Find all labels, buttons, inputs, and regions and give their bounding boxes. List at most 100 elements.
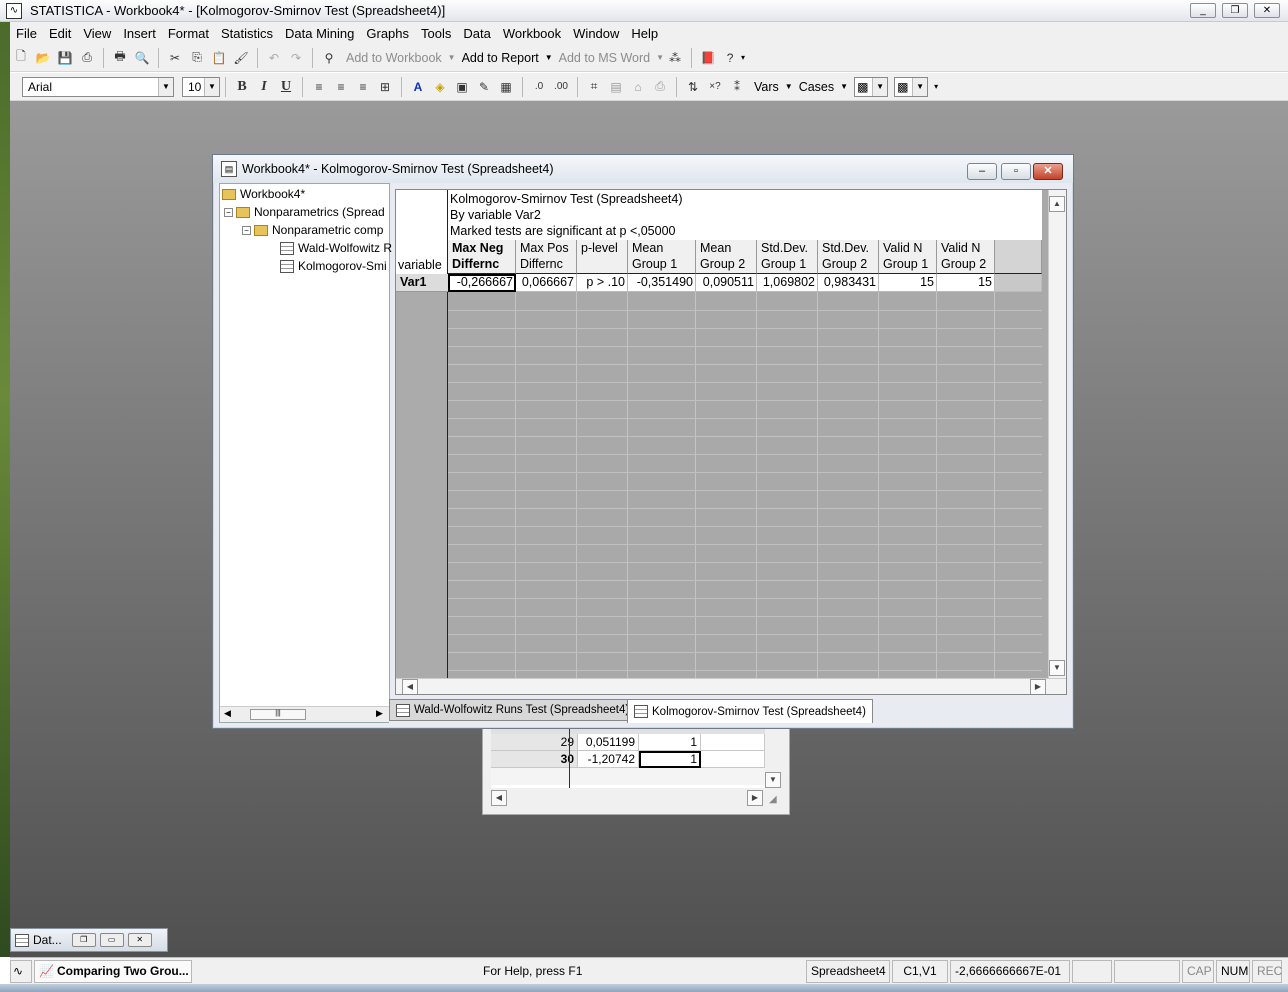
- cases-menu-button[interactable]: Cases: [793, 80, 840, 94]
- menu-help[interactable]: Help: [625, 26, 664, 41]
- group-cell[interactable]: 1: [639, 751, 701, 768]
- decrease-decimal-icon[interactable]: .00: [551, 77, 571, 97]
- minimize-button[interactable]: _: [1190, 3, 1216, 18]
- column-header[interactable]: Max Pos Differnc: [516, 240, 577, 274]
- increase-decimal-icon[interactable]: .0: [529, 77, 549, 97]
- taskbar-analysis-button[interactable]: 📈 Comparing Two Grou...: [34, 959, 192, 983]
- selected-data-cell[interactable]: -0,266667: [448, 274, 516, 292]
- row-label-var1[interactable]: Var1: [396, 274, 448, 292]
- tree-item-kolmogorov-smirnov[interactable]: Kolmogorov-Smi: [280, 257, 387, 275]
- paste-icon[interactable]: 📋: [209, 48, 229, 68]
- format-painter-icon[interactable]: 🖌: [231, 48, 251, 68]
- chevron-down-icon[interactable]: ▼: [158, 77, 173, 96]
- data-cell[interactable]: 15: [937, 274, 995, 292]
- chevron-down-icon[interactable]: ▼: [656, 53, 664, 62]
- marker-icon[interactable]: ✎: [474, 77, 494, 97]
- chevron-down-icon[interactable]: ▼: [785, 82, 793, 91]
- data-cell[interactable]: 0,983431: [818, 274, 879, 292]
- data-cell[interactable]: -0,351490: [628, 274, 696, 292]
- vertical-scrollbar[interactable]: ▲ ▼: [1048, 190, 1066, 680]
- menu-graphs[interactable]: Graphs: [360, 26, 415, 41]
- chevron-down-icon[interactable]: ▼: [545, 53, 553, 62]
- column-header[interactable]: Std.Dev. Group 2: [818, 240, 879, 274]
- bold-button[interactable]: B: [232, 77, 252, 97]
- scroll-down-icon[interactable]: ▼: [765, 772, 781, 788]
- menu-file[interactable]: File: [10, 26, 43, 41]
- add-to-workbook-button[interactable]: Add to Workbook: [340, 51, 448, 65]
- new-icon[interactable]: 🗋: [11, 48, 31, 68]
- save-icon[interactable]: 💾: [55, 48, 75, 68]
- scroll-up-icon[interactable]: ▲: [1049, 196, 1065, 212]
- sort-icon[interactable]: ⇅: [683, 77, 703, 97]
- column-header[interactable]: Valid N Group 1: [879, 240, 937, 274]
- scroll-left-icon[interactable]: ◀: [402, 679, 418, 694]
- menu-statistics[interactable]: Statistics: [215, 26, 279, 41]
- book-icon[interactable]: 📕: [698, 48, 718, 68]
- add-to-ms-word-button[interactable]: Add to MS Word: [553, 51, 656, 65]
- pdf-icon[interactable]: ⎙: [77, 48, 97, 68]
- chevron-down-icon[interactable]: ▾: [741, 53, 745, 62]
- fill-color-icon[interactable]: ◈: [430, 77, 450, 97]
- horizontal-scrollbar[interactable]: ◀ ▶: [396, 678, 1066, 694]
- column-header[interactable]: Mean Group 2: [696, 240, 757, 274]
- menu-tools[interactable]: Tools: [415, 26, 457, 41]
- tab-kolmogorov-smirnov[interactable]: Kolmogorov-Smirnov Test (Spreadsheet4): [627, 699, 873, 723]
- cut-icon[interactable]: ✂: [165, 48, 185, 68]
- menu-insert[interactable]: Insert: [117, 26, 162, 41]
- close-button[interactable]: ✕: [127, 933, 152, 947]
- workbook-title-bar[interactable]: ▤ Workbook4* - Kolmogorov-Smirnov Test (…: [213, 155, 1073, 183]
- underline-button[interactable]: U: [276, 77, 296, 97]
- menu-view[interactable]: View: [77, 26, 117, 41]
- background-data-spreadsheet[interactable]: 29 0,051199 1 30 -1,20742 1 ▼ ◀ ▶ ◢: [482, 727, 790, 815]
- workbook-restore-button[interactable]: ▫: [1001, 163, 1031, 180]
- menu-workbook[interactable]: Workbook: [497, 26, 567, 41]
- menu-window[interactable]: Window: [567, 26, 625, 41]
- maximize-button[interactable]: ▭: [99, 933, 124, 947]
- data-cell[interactable]: 0,090511: [696, 274, 757, 292]
- data-cell[interactable]: 0,066667: [516, 274, 577, 292]
- chevron-down-icon[interactable]: ▼: [448, 53, 456, 62]
- column-header[interactable]: Mean Group 1: [628, 240, 696, 274]
- scroll-down-icon[interactable]: ▼: [1049, 660, 1065, 676]
- output-manager-icon[interactable]: ⁂: [665, 48, 685, 68]
- fill-pattern-select[interactable]: ▩ ▼: [894, 76, 929, 97]
- scroll-right-icon[interactable]: ▶: [747, 790, 763, 806]
- open-folder-icon[interactable]: 📂: [33, 48, 53, 68]
- chevron-down-icon[interactable]: ▼: [840, 82, 848, 91]
- chevron-down-icon[interactable]: ▾: [928, 82, 944, 91]
- scroll-right-icon[interactable]: ▶: [1030, 679, 1046, 694]
- align-right-icon[interactable]: ≡: [353, 77, 373, 97]
- menu-data-mining[interactable]: Data Mining: [279, 26, 360, 41]
- empty-cell[interactable]: [701, 734, 765, 751]
- font-color-icon[interactable]: A: [408, 77, 428, 97]
- group-cell[interactable]: 1: [639, 734, 701, 751]
- copy-icon[interactable]: ⎘: [187, 48, 207, 68]
- value-cell[interactable]: -1,20742: [578, 751, 639, 768]
- resize-grip-icon[interactable]: ◢: [769, 794, 777, 805]
- scroll-left-icon[interactable]: ◀: [224, 708, 231, 719]
- tree-item-workbook[interactable]: Workbook4*: [222, 185, 305, 203]
- align-left-icon[interactable]: ≡: [309, 77, 329, 97]
- minimized-data-window[interactable]: Dat... ❐ ▭ ✕: [10, 928, 168, 952]
- tree-item-nonparametric-comparisons[interactable]: − Nonparametric comp: [242, 221, 383, 239]
- statistica-icon[interactable]: ∿: [6, 2, 22, 19]
- graph-gallery-icon[interactable]: ▤: [606, 77, 626, 97]
- chevron-down-icon[interactable]: ▼: [204, 77, 219, 96]
- grid-icon[interactable]: ▦: [496, 77, 516, 97]
- collapse-icon[interactable]: −: [224, 207, 233, 217]
- scroll-left-icon[interactable]: ◀: [491, 790, 507, 806]
- align-center-icon[interactable]: ≡: [331, 77, 351, 97]
- value-cell[interactable]: 0,051199: [578, 734, 639, 751]
- merge-icon[interactable]: ⊞: [375, 77, 395, 97]
- tree-item-nonparametrics[interactable]: − Nonparametrics (Spread: [224, 203, 385, 221]
- close-button[interactable]: ✕: [1254, 3, 1280, 18]
- find-binoculars-icon[interactable]: ⚲: [319, 48, 339, 68]
- weights-icon[interactable]: ⁑: [727, 77, 747, 97]
- restore-button[interactable]: ❐: [71, 933, 96, 947]
- cell-pattern-select[interactable]: ▩ ▼: [854, 76, 889, 97]
- help-pointer-icon[interactable]: ?: [720, 48, 740, 68]
- scroll-thumb[interactable]: |||: [250, 709, 306, 720]
- tab-wald-wolfowitz[interactable]: Wald-Wolfowitz Runs Test (Spreadsheet4): [389, 699, 637, 721]
- font-name-select[interactable]: Arial ▼: [22, 76, 174, 97]
- empty-cell[interactable]: [701, 751, 765, 768]
